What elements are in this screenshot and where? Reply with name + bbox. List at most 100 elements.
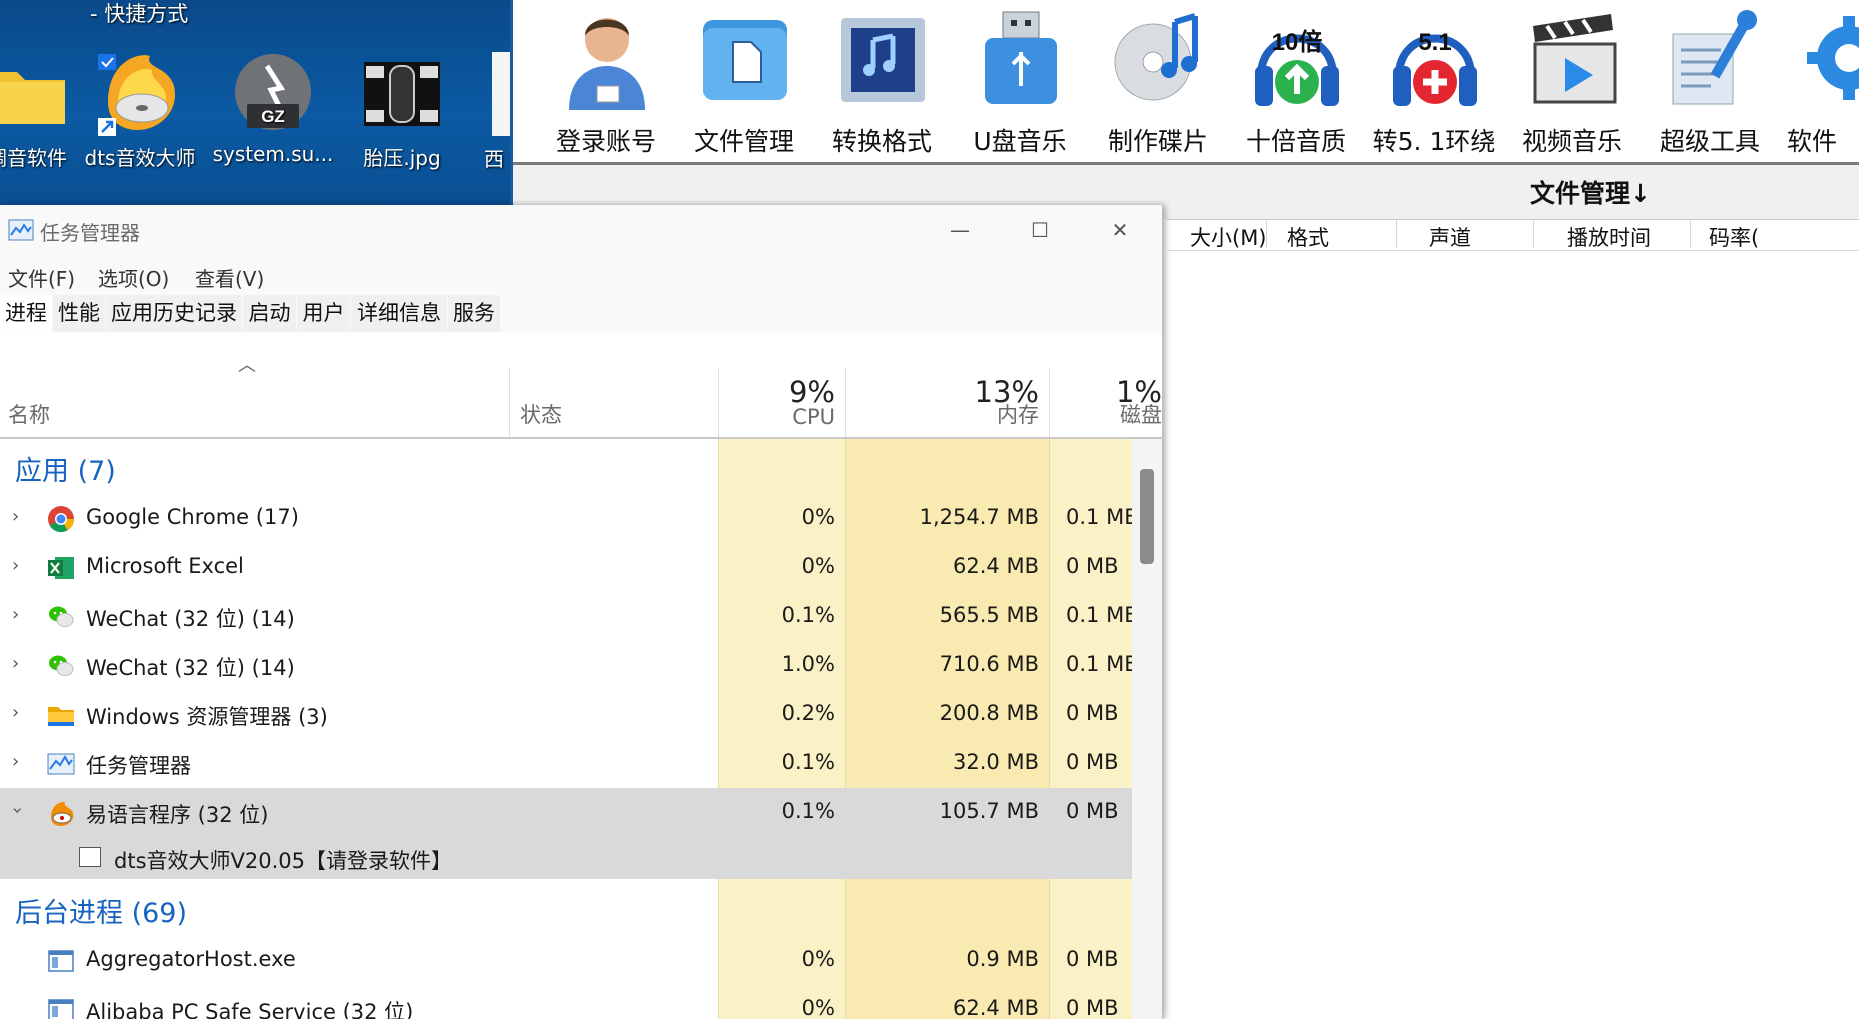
toolbar-super-tools-button[interactable]: 超级工具 (1641, 0, 1779, 160)
file-col-separator (1533, 220, 1534, 248)
explorer-folder-icon (47, 701, 75, 729)
minimize-button[interactable]: — (920, 205, 1000, 255)
taskmgr-icon (47, 750, 75, 778)
toolbar-usb-music-button[interactable]: U盘音乐 (951, 0, 1089, 160)
tab-performance[interactable]: 性能 (53, 295, 105, 332)
file-col-separator (1266, 220, 1267, 248)
toolbar-login-button[interactable]: 登录账号 (537, 0, 675, 160)
file-col-size[interactable]: 大小(M) (1190, 222, 1267, 252)
section-background-title: 后台进程 (69) (15, 898, 188, 929)
menu-file[interactable]: 文件(F) (8, 263, 75, 292)
column-name[interactable]: 名称 (8, 399, 50, 429)
process-list: 应用 (7) › Google Chrome (17) 0% 1,254.7 M… (0, 439, 1162, 1019)
file-col-channels[interactable]: 声道 (1429, 222, 1471, 252)
clapperboard-icon (1527, 6, 1619, 110)
column-header: ︿ 名称 状态 9% CPU 13% 内存 1% 磁盘 (0, 333, 1162, 439)
desktop-icon-partial[interactable] (492, 52, 510, 136)
tab-app-history[interactable]: 应用历史记录 (106, 295, 242, 332)
process-row[interactable]: AggregatorHost.exe 0% 0.9 MB 0 MB (0, 936, 1132, 985)
desktop-icon-dts[interactable]: dts音效大师 (75, 52, 205, 171)
tools-icon (1665, 6, 1757, 110)
chevron-right-icon[interactable]: › (12, 555, 19, 576)
process-row[interactable]: › Windows 资源管理器 (3) 0.2% 200.8 MB 0 MB (0, 690, 1132, 739)
tab-bar: 进程 性能 应用历史记录 启动 用户 详细信息 服务 (0, 295, 1162, 334)
wechat-icon (47, 603, 75, 631)
taskmgr-app-icon (8, 219, 34, 241)
window-icon (79, 847, 101, 867)
menu-view[interactable]: 查看(V) (195, 263, 264, 292)
tab-details[interactable]: 详细信息 (351, 295, 447, 332)
title-bar[interactable]: 任务管理器 — ☐ ✕ (0, 205, 1162, 255)
maximize-button[interactable]: ☐ (1000, 205, 1080, 255)
desktop-shortcut-label: - 快捷方式 (90, 2, 189, 26)
svg-text:5.1: 5.1 (1418, 29, 1451, 56)
toolbar-surround-51-button[interactable]: 5.1 转5. 1环绕 (1365, 0, 1503, 160)
column-memory[interactable]: 内存 (846, 399, 1039, 429)
file-manager-title[interactable]: 文件管理↓ (1530, 174, 1651, 210)
file-col-separator (1396, 220, 1397, 248)
desktop-icon-system-file[interactable]: GZ system.su... (208, 52, 338, 166)
exe-window-icon (47, 996, 75, 1019)
process-row-selected[interactable]: › 易语言程序 (32 位) 0.1% 105.7 MB 0 MB (0, 788, 1132, 837)
usb-music-icon (975, 6, 1067, 110)
vertical-scrollbar[interactable] (1132, 439, 1162, 1019)
column-separator (718, 368, 719, 437)
chevron-right-icon[interactable]: › (12, 506, 19, 527)
column-status[interactable]: 状态 (520, 399, 562, 429)
sort-up-icon[interactable]: ︿ (238, 351, 256, 377)
process-row[interactable]: › Microsoft Excel 0% 62.4 MB 0 MB (0, 543, 1132, 592)
svg-text:GZ: GZ (261, 107, 285, 126)
exe-window-icon (47, 947, 75, 975)
scrollbar-thumb[interactable] (1140, 469, 1154, 564)
chevron-right-icon[interactable]: › (12, 751, 19, 772)
file-col-bitrate[interactable]: 码率( (1709, 222, 1759, 252)
user-login-icon (561, 6, 653, 110)
chrome-icon (47, 505, 75, 533)
section-apps-title: 应用 (7) (15, 456, 116, 487)
menu-bar: 文件(F) 选项(O) 查看(V) (0, 255, 1162, 295)
column-cpu-percent[interactable]: 9% (720, 375, 835, 409)
toolbar-video-music-button[interactable]: 视频音乐 (1503, 0, 1641, 160)
gz-archive-icon: GZ (231, 52, 315, 136)
process-row[interactable]: › WeChat (32 位) (14) 0.1% 565.5 MB 0.1 M… (0, 592, 1134, 641)
toolbar-convert-format-button[interactable]: 转换格式 (813, 0, 951, 160)
chevron-right-icon[interactable]: › (12, 702, 19, 723)
tab-services[interactable]: 服务 (448, 295, 500, 332)
process-subitem[interactable]: dts音效大师V20.05【请登录软件】 (0, 837, 1132, 879)
headphones-51-icon: 5.1 (1389, 6, 1481, 110)
close-button[interactable]: ✕ (1080, 205, 1160, 255)
process-row[interactable]: Alibaba PC Safe Service (32 位) 0% 62.4 M… (0, 985, 1132, 1019)
tab-startup[interactable]: 启动 (243, 295, 296, 332)
process-row[interactable]: › WeChat (32 位) (14) 1.0% 710.6 MB 0.1 M… (0, 641, 1134, 690)
toolbar-software-button[interactable]: 软件 (1779, 0, 1859, 160)
svg-text:10倍: 10倍 (1272, 28, 1323, 56)
window-title: 任务管理器 (40, 221, 140, 245)
car-image-icon (360, 52, 444, 136)
chevron-right-icon[interactable]: › (12, 653, 19, 674)
toolbar-10x-quality-button[interactable]: 10倍 十倍音质 (1227, 0, 1365, 160)
file-col-play-time[interactable]: 播放时间 (1567, 222, 1651, 252)
menu-options[interactable]: 选项(O) (98, 263, 169, 292)
dts-disc-icon (98, 52, 182, 136)
file-list-header: 大小(M) 格式 声道 播放时间 码率( (1167, 219, 1859, 251)
toolbar-make-disc-button[interactable]: 制作碟片 (1089, 0, 1227, 160)
headphones-10x-icon: 10倍 (1251, 6, 1343, 110)
column-disk[interactable]: 磁盘 (1050, 399, 1162, 429)
tab-users[interactable]: 用户 (297, 295, 350, 332)
toolbar-file-manager-button[interactable]: 文件管理 (675, 0, 813, 160)
music-convert-icon (837, 6, 929, 110)
column-separator (509, 368, 510, 437)
column-cpu[interactable]: CPU (720, 405, 835, 429)
cd-music-icon (1113, 6, 1205, 110)
process-row[interactable]: › 任务管理器 0.1% 32.0 MB 0 MB (0, 739, 1132, 788)
chevron-down-icon[interactable]: › (7, 807, 28, 814)
folder-icon (0, 52, 69, 136)
desktop-icon-partial-label: 西 (484, 147, 504, 171)
process-row[interactable]: › Google Chrome (17) 0% 1,254.7 MB 0.1 M… (0, 494, 1134, 543)
chevron-right-icon[interactable]: › (12, 604, 19, 625)
tab-processes[interactable]: 进程 (0, 295, 52, 332)
desktop-area: - 快捷方式 调音软件 dts音效大师 GZ (0, 0, 510, 205)
excel-icon (47, 554, 75, 582)
file-col-format[interactable]: 格式 (1287, 222, 1329, 252)
desktop-icon-tire-pressure-image[interactable]: 胎压.jpg (337, 52, 467, 171)
